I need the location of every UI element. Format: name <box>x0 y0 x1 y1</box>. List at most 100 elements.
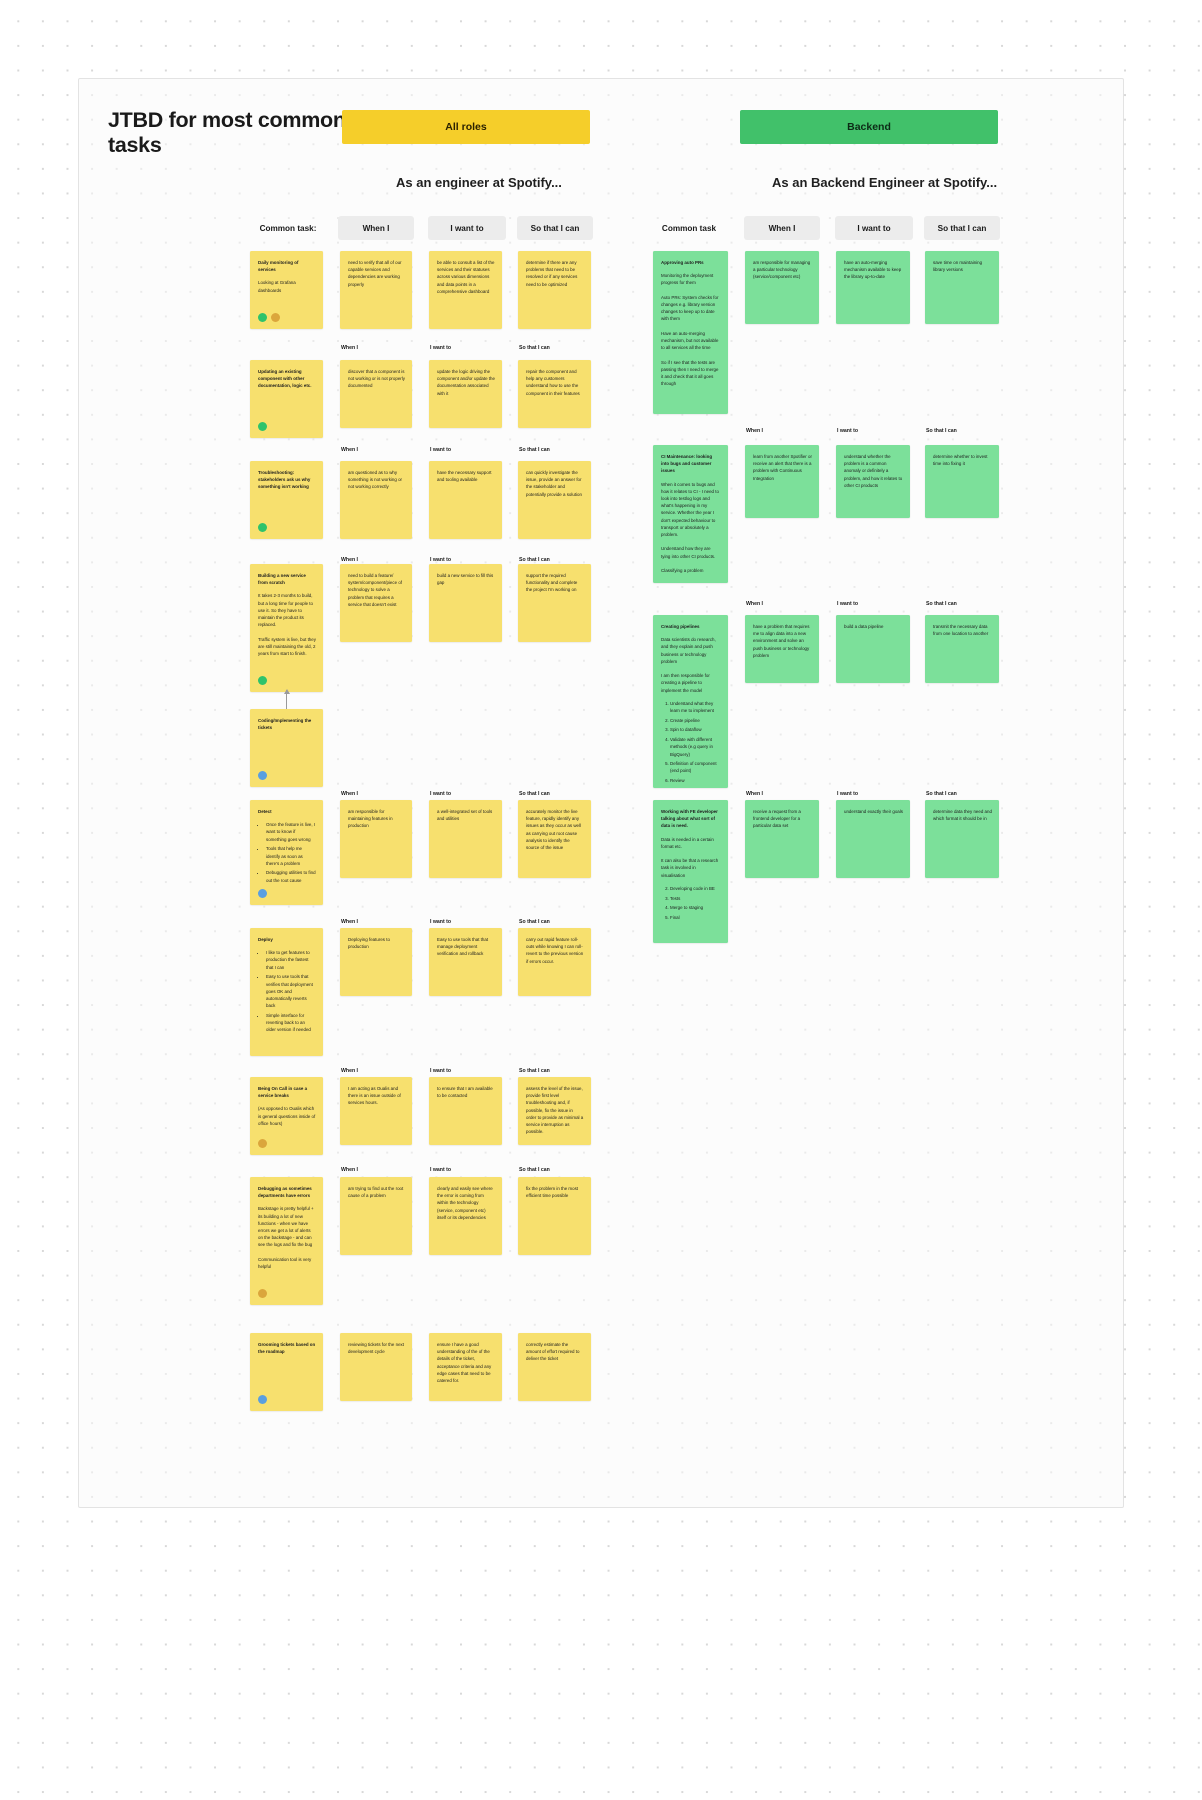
note-body: Monitoring the deployment progress for t… <box>661 273 719 387</box>
note-body: (As opposed to Oualis which is general q… <box>258 1106 316 1126</box>
sticky-note-so-that[interactable]: can quickly investigate the issue, provi… <box>518 461 591 539</box>
note-title: Building a new service from scratch <box>258 573 306 586</box>
sticky-note-want[interactable]: Easy to use tools that that manage deplo… <box>429 928 502 996</box>
mini-label-so-that-i-can: So that I can <box>519 1167 550 1173</box>
sticky-note-task-backend[interactable]: Creating pipelines Data scientists do re… <box>653 615 728 788</box>
sticky-note-when[interactable]: am questioned as to why something is not… <box>340 461 412 539</box>
sticky-note-task[interactable]: Daily monitoring of services Looking at … <box>250 251 323 329</box>
note-title: CI Maintenance: looking into bugs and cu… <box>661 454 713 474</box>
note-title: Updating an existing component with othe… <box>258 369 312 389</box>
sticky-note-when-backend[interactable]: receive a request from a frontend develo… <box>745 800 819 878</box>
sticky-note-so-that[interactable]: fix the problem in the most efficient ti… <box>518 1177 591 1255</box>
column-header-so-that-i-can-backend: So that I can <box>924 216 1000 240</box>
list-item: Understand what they learn me to impleme… <box>670 700 721 714</box>
list-item: Debugging utilities to find out the root… <box>266 869 316 883</box>
sticky-note-want[interactable]: a well-integrated set of tools and utili… <box>429 800 502 878</box>
sticky-note-when[interactable]: discover that a component is not working… <box>340 360 412 428</box>
sticky-note-task[interactable]: Coding/Implementing the tickets <box>250 709 323 787</box>
sticky-note-when-backend[interactable]: have a problem that requires me to align… <box>745 615 819 683</box>
list-item: Once the feature is live, I want to know… <box>266 821 316 843</box>
note-numbered-list: Understand what they learn me to impleme… <box>670 700 721 788</box>
note-bullet-list: Once the feature is live, I want to know… <box>266 821 316 884</box>
sticky-note-want-backend[interactable]: build a data pipeline <box>836 615 910 683</box>
note-avatar-dots <box>258 889 267 898</box>
sticky-note-when[interactable]: am trying to find out the root cause of … <box>340 1177 412 1255</box>
sticky-note-so-that-backend[interactable]: transmit the necessary data from one loc… <box>925 615 999 683</box>
list-item: Final <box>670 914 721 921</box>
mini-label-so-that-i-can: So that I can <box>519 447 550 453</box>
sticky-note-task-backend[interactable]: Working with FE developer talking about … <box>653 800 728 943</box>
sticky-note-so-that-backend[interactable]: save time on maintaining library version… <box>925 251 999 324</box>
section-subtitle-all-roles: As an engineer at Spotify... <box>396 175 562 190</box>
sticky-note-want-backend[interactable]: have an auto-merging mechanism available… <box>836 251 910 324</box>
sticky-note-when[interactable]: Deploying features to production <box>340 928 412 996</box>
note-avatar-dots <box>258 313 280 322</box>
sticky-note-want[interactable]: to ensure that I am available to be cont… <box>429 1077 502 1145</box>
list-item: Notify for ML <box>670 787 721 789</box>
column-header-when-i-backend: When I <box>744 216 820 240</box>
column-header-so-that-i-can: So that I can <box>517 216 593 240</box>
sticky-note-task[interactable]: Being On Call in case a service breaks (… <box>250 1077 323 1155</box>
sticky-note-want[interactable]: ensure I have a good understanding of th… <box>429 1333 502 1401</box>
sticky-note-when-backend[interactable]: learn from another Spotifier or receive … <box>745 445 819 518</box>
sticky-note-so-that[interactable]: assess the level of the issue, provide f… <box>518 1077 591 1145</box>
list-item: Tests <box>670 895 721 902</box>
list-item: Merge to staging <box>670 904 721 911</box>
section-banner-backend[interactable]: Backend <box>740 110 998 144</box>
sticky-note-task[interactable]: Troubleshooting: stakeholders ask us why… <box>250 461 323 539</box>
sticky-note-so-that[interactable]: carry out rapid feature roll-outs while … <box>518 928 591 996</box>
note-title: Working with FE developer talking about … <box>661 809 718 829</box>
sticky-note-so-that[interactable]: determine if there are any problems that… <box>518 251 591 329</box>
sticky-note-task[interactable]: Deploy I like to get features to product… <box>250 928 323 1056</box>
mini-label-when-i: When I <box>341 557 359 563</box>
note-avatar-dots <box>258 676 267 685</box>
sticky-note-so-that[interactable]: support the required functionality and c… <box>518 564 591 642</box>
sticky-note-task[interactable]: Building a new service from scratch It t… <box>250 564 323 692</box>
mini-label-so-that-i-can: So that I can <box>926 428 957 434</box>
sticky-note-when[interactable]: I am acting as Oualis and there is an is… <box>340 1077 412 1145</box>
mini-label-i-want-to: I want to <box>430 557 452 563</box>
mini-label-i-want-to: I want to <box>837 791 859 797</box>
sticky-note-want-backend[interactable]: understand whether the problem is a comm… <box>836 445 910 518</box>
note-title: Grooming tickets based on the roadmap <box>258 1342 316 1355</box>
mini-label-when-i: When I <box>341 1068 359 1074</box>
section-banner-all-roles[interactable]: All roles <box>342 110 590 144</box>
sticky-note-so-that[interactable]: accurately monitor the live feature, rap… <box>518 800 591 878</box>
note-body: Data scientists do research, and they ex… <box>661 637 716 693</box>
sticky-note-so-that[interactable]: correctly estimate the amount of effort … <box>518 1333 591 1401</box>
sticky-note-when-backend[interactable]: am responsible for managing a particular… <box>745 251 819 324</box>
sticky-note-when[interactable]: am responsible for maintaining features … <box>340 800 412 878</box>
mini-label-i-want-to: I want to <box>430 1167 452 1173</box>
list-item: Create pipeline <box>670 717 721 724</box>
sticky-note-task-backend[interactable]: CI Maintenance: looking into bugs and cu… <box>653 445 728 583</box>
sticky-note-so-that-backend[interactable]: determine whether to invest time into fi… <box>925 445 999 518</box>
sticky-note-want-backend[interactable]: understand exactly their goals <box>836 800 910 878</box>
sticky-note-so-that-backend[interactable]: determine data they need and which forma… <box>925 800 999 878</box>
list-item: Developing code in BE <box>670 885 721 892</box>
sticky-note-so-that[interactable]: repair the component and help any custom… <box>518 360 591 428</box>
sticky-note-want[interactable]: be able to consult a list of the service… <box>429 251 502 329</box>
note-title: Daily monitoring of services <box>258 260 299 273</box>
sticky-note-want[interactable]: clearly and easily see where the error i… <box>429 1177 502 1255</box>
list-item: Simple interface for reverting back to a… <box>266 1012 316 1034</box>
sticky-note-task[interactable]: Grooming tickets based on the roadmap <box>250 1333 323 1411</box>
sticky-note-want[interactable]: build a new service to fill this gap <box>429 564 502 642</box>
sticky-note-when[interactable]: need to verify that all of our capable s… <box>340 251 412 329</box>
note-title: Troubleshooting: stakeholders ask us why… <box>258 470 311 490</box>
sticky-note-when[interactable]: need to build a feature/ system/componen… <box>340 564 412 642</box>
sticky-note-want[interactable]: update the logic driving the component a… <box>429 360 502 428</box>
note-title: Debugging as sometimes departments have … <box>258 1186 312 1199</box>
sticky-note-when[interactable]: reviewing tickets for the next developme… <box>340 1333 412 1401</box>
mini-label-so-that-i-can: So that I can <box>519 919 550 925</box>
sticky-note-task[interactable]: Detect Once the feature is live, I want … <box>250 800 323 905</box>
mini-label-when-i: When I <box>341 447 359 453</box>
sticky-note-task-backend[interactable]: Approving auto PRs Monitoring the deploy… <box>653 251 728 414</box>
sticky-note-want[interactable]: have the necessary support and tooling a… <box>429 461 502 539</box>
list-item: Review <box>670 777 721 784</box>
sticky-note-task[interactable]: Updating an existing component with othe… <box>250 360 323 438</box>
column-header-when-i: When I <box>338 216 414 240</box>
mini-label-when-i: When I <box>746 601 764 607</box>
note-title: Creating pipelines <box>661 624 700 629</box>
sticky-note-task[interactable]: Debugging as sometimes departments have … <box>250 1177 323 1305</box>
mini-label-when-i: When I <box>746 791 764 797</box>
